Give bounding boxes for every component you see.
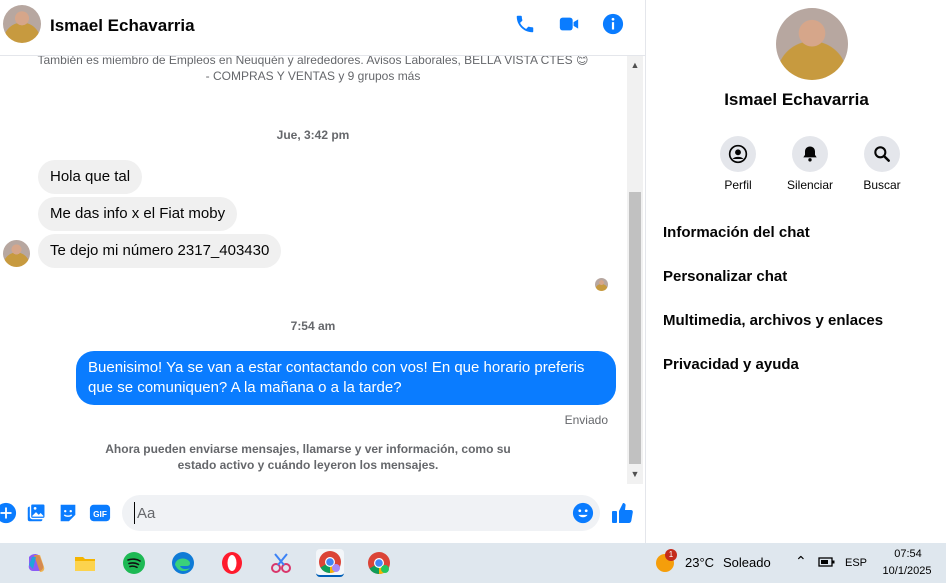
- gif-label: GIF: [93, 510, 107, 519]
- image-icon[interactable]: [25, 502, 47, 524]
- profile-icon[interactable]: [720, 136, 756, 172]
- profile-avatar[interactable]: [776, 8, 848, 80]
- chrome-icon[interactable]: [365, 549, 393, 577]
- chat-details-panel: Ismael Echavarria Perfil Silenciar Busca…: [645, 0, 946, 543]
- incoming-message[interactable]: Me das info x el Fiat moby: [38, 197, 238, 231]
- mute-action[interactable]: Silenciar: [780, 136, 840, 192]
- message-input[interactable]: [134, 502, 554, 524]
- weather-sun-icon[interactable]: 1: [655, 549, 677, 573]
- file-explorer-icon[interactable]: [71, 549, 99, 577]
- search-icon[interactable]: [864, 136, 900, 172]
- chevron-up-icon[interactable]: ⌃: [795, 553, 807, 570]
- edge-icon[interactable]: [169, 549, 197, 577]
- scroll-down-arrow-icon[interactable]: ▼: [630, 469, 640, 479]
- profile-name[interactable]: Ismael Echavarria: [646, 90, 946, 110]
- chat-header: Ismael Echavarria: [0, 0, 645, 56]
- connection-notice: Ahora pueden enviarse mensajes, llamarse…: [105, 442, 511, 472]
- mute-action-label: Silenciar: [786, 178, 834, 192]
- message-composer: GIF: [0, 484, 645, 543]
- bell-icon[interactable]: [792, 136, 828, 172]
- opera-icon[interactable]: [218, 549, 246, 577]
- language-indicator[interactable]: ESP: [845, 557, 867, 569]
- info-icon[interactable]: [602, 13, 624, 35]
- contact-name[interactable]: Ismael Echavarria: [50, 16, 195, 36]
- timestamp: 7:54 am: [290, 319, 336, 333]
- search-action-label: Buscar: [863, 178, 901, 192]
- gif-icon[interactable]: GIF: [89, 502, 111, 524]
- clock-date[interactable]: 10/1/2025: [876, 565, 938, 577]
- scroll-thumb[interactable]: [629, 192, 641, 464]
- sticker-icon[interactable]: [57, 502, 79, 524]
- snipping-tool-icon[interactable]: [267, 549, 295, 577]
- search-action[interactable]: Buscar: [852, 136, 912, 192]
- message-list: También es miembro de Empleos en Neuquén…: [0, 56, 626, 484]
- customize-chat-item[interactable]: Personalizar chat: [663, 268, 787, 285]
- contact-avatar[interactable]: [3, 5, 41, 43]
- profile-action[interactable]: Perfil: [708, 136, 768, 192]
- network-battery-icon[interactable]: [818, 555, 836, 569]
- scroll-up-arrow-icon[interactable]: ▲: [630, 60, 640, 70]
- message-scrollbar[interactable]: ▲ ▼: [627, 56, 643, 484]
- outgoing-message[interactable]: Buenisimo! Ya se van a estar contactando…: [76, 351, 616, 405]
- privacy-help-item[interactable]: Privacidad y ayuda: [663, 356, 799, 373]
- video-call-icon[interactable]: [558, 13, 580, 35]
- seen-indicator-avatar: [595, 278, 608, 291]
- phone-icon[interactable]: [514, 13, 536, 35]
- weather-badge: 1: [665, 549, 677, 561]
- chat-panel: Ismael Echavarria También es miembro de …: [0, 0, 645, 543]
- group-membership-info: También es miembro de Empleos en Neuquén…: [37, 56, 589, 83]
- copilot-icon[interactable]: [23, 549, 51, 577]
- incoming-message[interactable]: Te dejo mi número 2317_403430: [38, 234, 282, 268]
- incoming-message[interactable]: Hola que tal: [38, 160, 143, 194]
- chat-info-item[interactable]: Información del chat: [663, 224, 810, 241]
- media-files-links-item[interactable]: Multimedia, archivos y enlaces: [663, 312, 883, 329]
- profile-action-label: Perfil: [724, 178, 752, 192]
- plus-icon[interactable]: [0, 502, 17, 524]
- spotify-icon[interactable]: [120, 549, 148, 577]
- sender-avatar[interactable]: [3, 240, 30, 267]
- chrome-active-icon[interactable]: [316, 549, 344, 577]
- windows-taskbar: 1 23°C Soleado ⌃ ESP 07:54 10/1/2025: [0, 543, 946, 583]
- weather-temperature[interactable]: 23°C: [685, 555, 714, 570]
- message-status: Enviado: [564, 413, 608, 427]
- weather-description[interactable]: Soleado: [723, 555, 771, 570]
- messenger-window: Ismael Echavarria También es miembro de …: [0, 0, 946, 543]
- thumbs-up-icon[interactable]: [611, 501, 635, 525]
- clock-time[interactable]: 07:54: [880, 548, 936, 560]
- emoji-icon[interactable]: [572, 502, 594, 524]
- timestamp: Jue, 3:42 pm: [276, 128, 350, 142]
- message-input-box[interactable]: [122, 495, 600, 531]
